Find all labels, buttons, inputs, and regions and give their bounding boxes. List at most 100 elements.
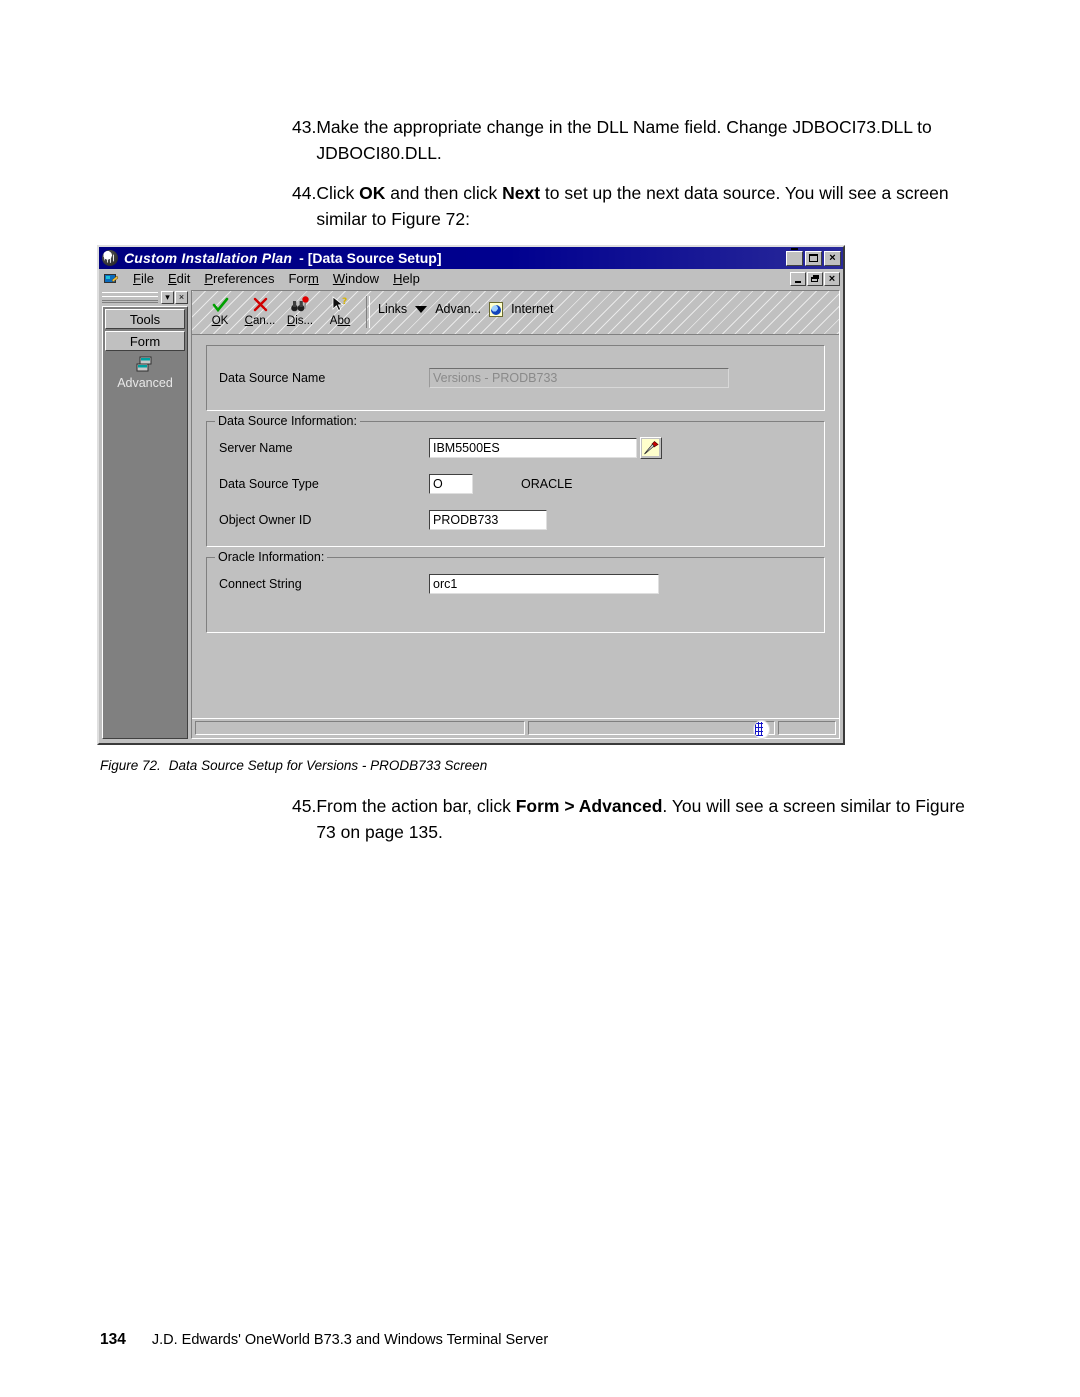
step-number: 45.: [292, 796, 317, 816]
label-object-owner-id: Object Owner ID: [219, 513, 312, 527]
status-globe-icon: [753, 720, 770, 739]
footer-page-number: 134: [100, 1331, 126, 1348]
status-bar: [192, 718, 839, 739]
chevron-down-icon[interactable]: [415, 305, 428, 313]
toolbar-button-group: OK Can... Dis... ? Abo: [200, 294, 360, 327]
status-pane-2: [528, 720, 775, 739]
page-footer: 134 J.D. Edwards' OneWorld B73.3 and Win…: [100, 1331, 548, 1349]
globe-icon: [102, 250, 118, 266]
data-source-type-description: ORACLE: [521, 477, 573, 491]
internet-icon: [489, 301, 504, 317]
steps-list-after-figure: 45. From the action bar, click Form > Adv…: [292, 793, 972, 859]
exitbar-close[interactable]: ×: [175, 290, 188, 304]
close-icon: ×: [829, 251, 836, 264]
mdi-restore-button[interactable]: [807, 271, 823, 286]
title-bar: Custom Installation Plan - [Data Source …: [99, 247, 843, 269]
field-data-source-type[interactable]: O: [429, 474, 473, 494]
help-pointer-icon: ?: [320, 295, 360, 314]
sidebar-button-tools[interactable]: Tools: [105, 309, 185, 329]
application-window: Custom Installation Plan - [Data Source …: [97, 245, 845, 745]
tool-bar: OK Can... Dis... ? Abo Links Advan... In…: [192, 291, 839, 335]
sidebar-item-advanced[interactable]: Advanced: [105, 356, 185, 390]
row-server-name: Server Name IBM5500ES: [219, 434, 812, 462]
sidebar-item-advanced-label: Advanced: [117, 376, 173, 390]
exit-bar-panel: Tools Form Advanced: [102, 306, 188, 739]
advanced-form-icon: [135, 356, 155, 374]
cancel-toolbar-button[interactable]: Can...: [240, 294, 280, 327]
menu-item-edit[interactable]: Edit: [161, 271, 197, 286]
figure-caption: Figure 72. Data Source Setup for Versions…: [100, 758, 487, 773]
menu-item-help[interactable]: Help: [386, 271, 427, 286]
check-icon: [200, 295, 240, 314]
svg-text:?: ?: [342, 297, 347, 307]
display-toolbar-button[interactable]: Dis...: [280, 294, 320, 327]
mdi-minimize-button[interactable]: [790, 271, 806, 286]
data-source-information-group: Data Source Information: Server Name IBM…: [206, 414, 825, 547]
about-toolbar-button[interactable]: ? Abo: [320, 294, 360, 327]
legend-data-source-information: Data Source Information:: [215, 414, 360, 428]
row-data-source-type: Data Source Type O ORACLE: [219, 470, 812, 498]
binoculars-pin-icon: [280, 295, 320, 314]
exit-bar-sidebar: ▾ × Tools Form Advanced: [99, 288, 191, 743]
menu-item-form[interactable]: Form: [281, 271, 325, 286]
close-x-icon: [240, 295, 280, 314]
toolbar-separator: [366, 296, 370, 328]
status-pane-1: [195, 721, 525, 735]
form-content-area: OK Can... Dis... ? Abo Links Advan... In…: [191, 290, 840, 739]
row-object-owner-id: Object Owner ID PRODB733: [219, 506, 812, 534]
row-connect-string: Connect String orc1: [219, 570, 812, 598]
mdi-close-button[interactable]: ×: [824, 271, 840, 286]
ok-toolbar-label: OK: [211, 315, 229, 327]
flashlight-visual-assist-icon[interactable]: [640, 437, 662, 459]
exitbar-dropdown[interactable]: ▾: [161, 290, 174, 304]
field-connect-string[interactable]: orc1: [429, 574, 659, 594]
menu-item-file[interactable]: File: [126, 271, 161, 286]
form-body: Data Source Name Versions - PRODB733 Dat…: [192, 335, 839, 718]
field-data-source-name: Versions - PRODB733: [429, 368, 729, 388]
step-text: From the action bar, click Form > Advanc…: [316, 796, 965, 842]
label-data-source-name: Data Source Name: [219, 371, 326, 385]
step-text: Make the appropriate change in the DLL N…: [316, 117, 932, 163]
menu-bar: File Edit Preferences Form Window Help ×: [99, 269, 843, 288]
minimize-button[interactable]: [786, 247, 803, 266]
document-title: - [Data Source Setup]: [299, 250, 442, 266]
figure-caption-text: Data Source Setup for Versions - PRODB73…: [168, 758, 488, 773]
advanced-link-label[interactable]: Advan...: [435, 302, 481, 316]
close-icon: ×: [828, 272, 836, 285]
maximize-button[interactable]: [805, 250, 822, 266]
step-text: Click OK and then click Next to set up t…: [316, 183, 949, 229]
window-controls: ×: [786, 247, 841, 266]
application-name: Custom Installation Plan: [124, 250, 293, 266]
steps-list-before-figure: 43. Make the appropriate change in the DL…: [292, 114, 972, 246]
label-server-name: Server Name: [219, 441, 293, 455]
ok-toolbar-button[interactable]: OK: [200, 294, 240, 327]
field-server-name[interactable]: IBM5500ES: [429, 438, 637, 458]
footer-title: J.D. Edwards' OneWorld B73.3 and Windows…: [151, 1332, 549, 1348]
row-data-source-name: Data Source Name Versions - PRODB733: [219, 364, 812, 392]
links-label: Links: [378, 302, 408, 316]
label-data-source-type: Data Source Type: [219, 477, 319, 491]
step-item: 45. From the action bar, click Form > Adv…: [292, 793, 972, 845]
sidebar-button-form[interactable]: Form: [105, 331, 185, 351]
legend-oracle-information: Oracle Information:: [215, 550, 328, 564]
menu-item-preferences[interactable]: Preferences: [197, 271, 281, 286]
menu-item-window[interactable]: Window: [326, 271, 386, 286]
status-pane-3: [778, 721, 836, 735]
close-button[interactable]: ×: [824, 250, 841, 266]
cancel-toolbar-label: Can...: [244, 315, 276, 327]
internet-link-label[interactable]: Internet: [511, 302, 553, 316]
oracle-information-group: Oracle Information: Connect String orc1: [206, 550, 825, 633]
step-item: 43. Make the appropriate change in the DL…: [292, 114, 972, 166]
toolbar-links-group: Links Advan... Internet: [378, 294, 553, 324]
mdi-window-controls: ×: [790, 271, 843, 286]
display-toolbar-label: Dis...: [286, 315, 314, 327]
about-toolbar-label: Abo: [329, 315, 351, 327]
figure-72-screenshot: Custom Installation Plan - [Data Source …: [97, 245, 845, 745]
field-object-owner-id[interactable]: PRODB733: [429, 510, 547, 530]
step-item: 44. Click OK and then click Next to set u…: [292, 180, 972, 232]
data-source-name-group: Data Source Name Versions - PRODB733: [206, 345, 825, 411]
label-connect-string: Connect String: [219, 577, 302, 591]
app-menu-icon[interactable]: [103, 271, 120, 286]
client-area: ▾ × Tools Form Advanced OK Can... Dis...…: [99, 288, 843, 743]
exit-bar-grip[interactable]: [102, 291, 158, 303]
